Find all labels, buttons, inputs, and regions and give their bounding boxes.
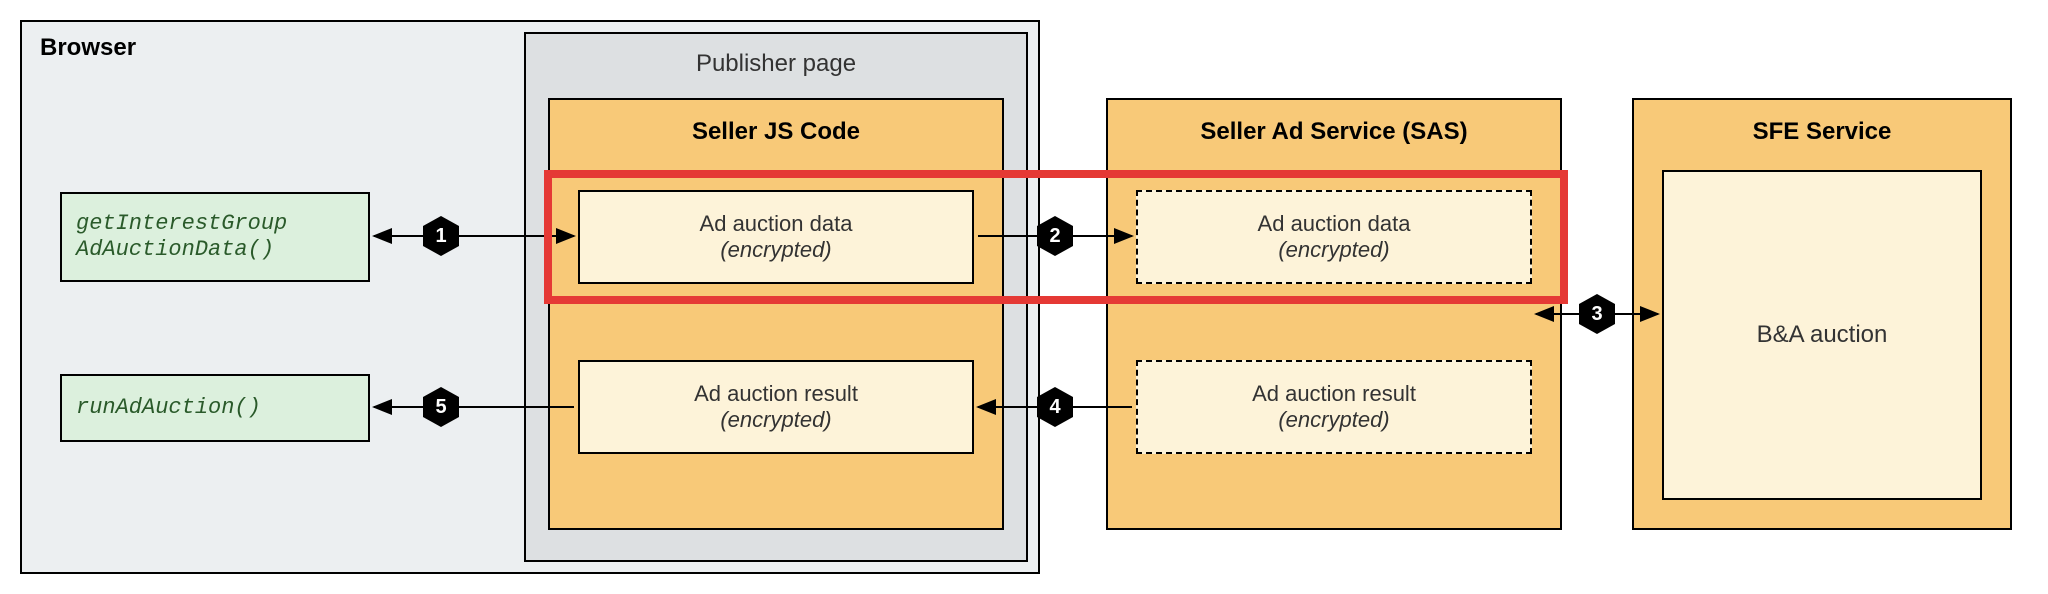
api-get-interest-group-line1: getInterestGroup (76, 211, 287, 236)
step-badge-2: 2 (1034, 215, 1076, 257)
step-num-1: 1 (420, 215, 462, 257)
api-run-ad-auction-label: runAdAuction() (76, 395, 261, 421)
api-run-ad-auction: runAdAuction() (60, 374, 370, 442)
sas-title: Seller Ad Service (SAS) (1108, 118, 1560, 146)
api-get-interest-group: getInterestGroup AdAuctionData() (60, 192, 370, 282)
seller-js-data-sub: (encrypted) (720, 237, 831, 263)
sas-data-sub: (encrypted) (1278, 237, 1389, 263)
sas-result-title: Ad auction result (1252, 381, 1416, 407)
step-num-5: 5 (420, 386, 462, 428)
browser-label: Browser (40, 34, 136, 62)
api-get-interest-group-line2: AdAuctionData() (76, 237, 274, 262)
publisher-page-label: Publisher page (526, 50, 1026, 78)
step-num-4: 4 (1034, 386, 1076, 428)
seller-js-container: Seller JS Code (548, 98, 1004, 530)
step-badge-1: 1 (420, 215, 462, 257)
step-badge-5: 5 (420, 386, 462, 428)
diagram-root: Browser Publisher page Seller JS Code Se… (20, 20, 2028, 574)
sfe-title: SFE Service (1634, 118, 2010, 146)
seller-js-ad-auction-data: Ad auction data (encrypted) (578, 190, 974, 284)
seller-js-result-sub: (encrypted) (720, 407, 831, 433)
sfe-auction-label: B&A auction (1757, 321, 1888, 349)
sas-result-sub: (encrypted) (1278, 407, 1389, 433)
sas-data-title: Ad auction data (1258, 211, 1411, 237)
seller-js-ad-auction-result: Ad auction result (encrypted) (578, 360, 974, 454)
step-badge-4: 4 (1034, 386, 1076, 428)
sfe-ba-auction: B&A auction (1662, 170, 1982, 500)
step-num-2: 2 (1034, 215, 1076, 257)
seller-js-data-title: Ad auction data (700, 211, 853, 237)
step-num-3: 3 (1576, 293, 1618, 335)
seller-js-result-title: Ad auction result (694, 381, 858, 407)
seller-js-title: Seller JS Code (550, 118, 1002, 146)
sas-ad-auction-data: Ad auction data (encrypted) (1136, 190, 1532, 284)
sas-ad-auction-result: Ad auction result (encrypted) (1136, 360, 1532, 454)
sas-container: Seller Ad Service (SAS) (1106, 98, 1562, 530)
step-badge-3: 3 (1576, 293, 1618, 335)
